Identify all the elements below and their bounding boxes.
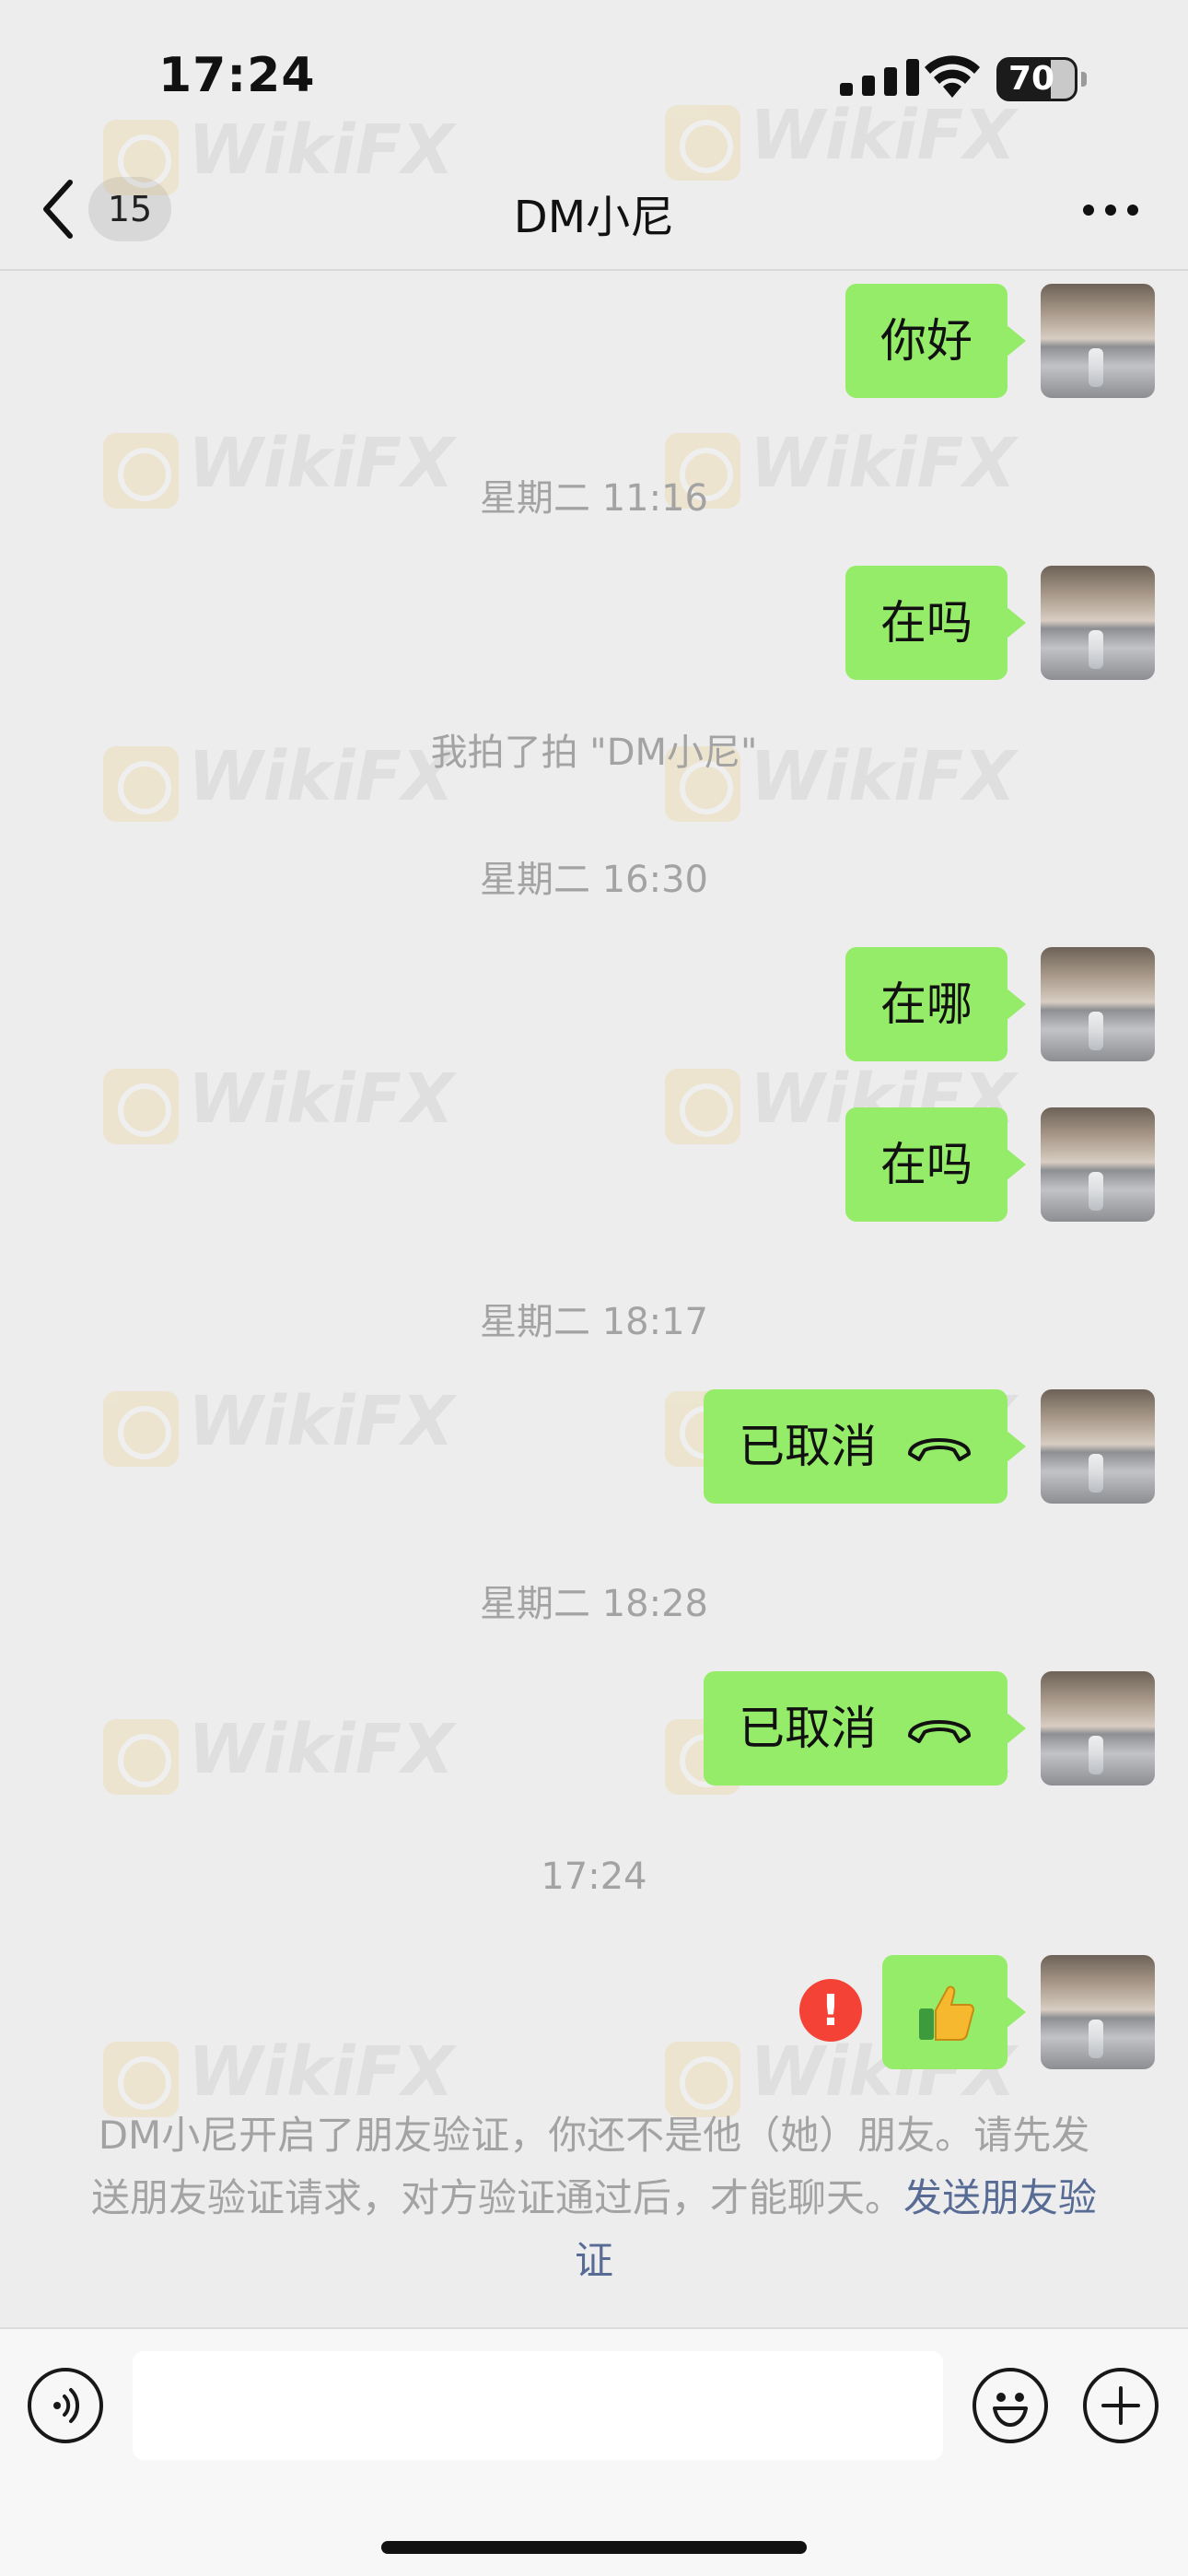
pat-notice: 我拍了拍 "DM小尼" (430, 732, 758, 774)
avatar[interactable] (1041, 566, 1155, 680)
timestamp: 17:24 (541, 1856, 647, 1898)
status-time: 17:24 (158, 48, 316, 103)
home-indicator[interactable] (381, 2541, 807, 2554)
more-options-icon[interactable] (1081, 201, 1140, 219)
battery-percent: 70 (1007, 60, 1055, 98)
wifi-icon (925, 55, 980, 98)
hangup-icon (908, 1720, 971, 1743)
message-text: 在吗 (880, 1138, 973, 1191)
emoji-button[interactable] (973, 2368, 1048, 2443)
hangup-icon (908, 1438, 971, 1461)
emoji-message-bubble[interactable] (882, 1955, 1026, 2069)
friend-verification-notice: DM小尼开启了朋友验证，你还不是他（她）朋友。请先发送朋友验证请求，对方验证通过… (83, 2104, 1105, 2292)
call-status-text: 已取消 (739, 1420, 877, 1473)
avatar[interactable] (1041, 1955, 1155, 2069)
battery-icon: 70 (996, 57, 1087, 101)
timestamp: 星期二 18:17 (480, 1301, 708, 1343)
message-bubble[interactable]: 你好 (845, 284, 1026, 398)
message-text: 在哪 (880, 978, 973, 1031)
plus-icon (1101, 2386, 1140, 2425)
timestamp: 星期二 18:28 (480, 1583, 708, 1625)
emoji-icon (993, 2393, 1028, 2427)
chat-screen: 17:24 70 15 DM小尼 WikiFX WikiFX WikiFX Wi… (0, 0, 1188, 2576)
avatar[interactable] (1041, 947, 1155, 1061)
timestamp: 星期二 16:30 (480, 859, 708, 901)
nav-divider (0, 269, 1188, 271)
call-record-bubble[interactable]: 已取消 (704, 1389, 1026, 1504)
message-bubble[interactable]: 在哪 (845, 947, 1026, 1061)
send-failed-icon[interactable]: ! (799, 1979, 862, 2042)
call-status-text: 已取消 (739, 1702, 877, 1755)
avatar[interactable] (1041, 284, 1155, 398)
chat-title: DM小尼 (513, 192, 675, 243)
message-bubble[interactable]: 在吗 (845, 1107, 1026, 1222)
voice-input-button[interactable] (28, 2368, 103, 2443)
timestamp: 星期二 11:16 (480, 477, 708, 520)
avatar[interactable] (1041, 1107, 1155, 1222)
avatar[interactable] (1041, 1389, 1155, 1504)
more-actions-button[interactable] (1083, 2368, 1159, 2443)
message-bubble[interactable]: 在吗 (845, 566, 1026, 680)
avatar[interactable] (1041, 1671, 1155, 1786)
cellular-signal-icon (840, 59, 919, 96)
voice-icon (53, 2388, 80, 2423)
call-record-bubble[interactable]: 已取消 (704, 1671, 1026, 1786)
message-input[interactable] (133, 2351, 943, 2460)
thumbs-up-icon (919, 1985, 974, 2041)
message-text: 你好 (880, 314, 973, 368)
message-text: 在吗 (880, 596, 973, 650)
